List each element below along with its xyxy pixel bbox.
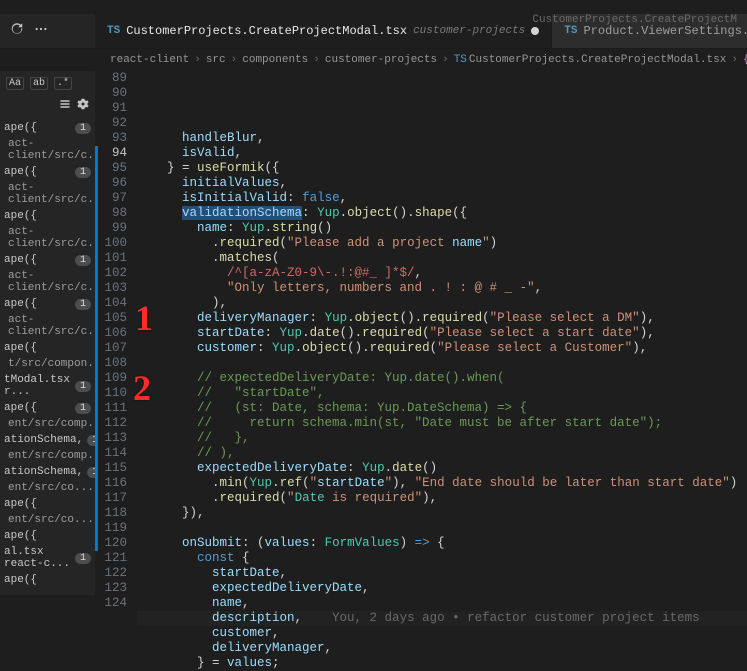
code-content[interactable]: 1 2 handleBlur, isValid, } = useFormik({… (137, 71, 747, 595)
search-result-file[interactable]: ape({ (0, 496, 95, 512)
symbol-icon: {} (743, 54, 747, 66)
breadcrumb-part[interactable]: customer-projects (325, 54, 437, 66)
match-case-toggle[interactable]: Aa (6, 77, 24, 90)
search-result-match[interactable]: act-client/src/c... (0, 224, 95, 252)
search-result-file[interactable]: ape({1 (0, 252, 95, 268)
search-result-file[interactable]: ape({1 (0, 120, 95, 136)
search-result-file[interactable]: al.tsx react-c...1 (0, 544, 95, 572)
search-result-file[interactable]: ape({1 (0, 400, 95, 416)
tab-label: CustomerProjects.CreateProjectModal.tsx (126, 24, 407, 38)
search-result-file[interactable]: ape({ (0, 572, 95, 588)
breadcrumb-part[interactable]: CustomerProjects.CreateProjectModal.tsx (469, 54, 726, 66)
gear-icon[interactable] (77, 98, 89, 114)
search-result-file[interactable]: ationSchema,1 (0, 464, 95, 480)
editor-toolbar (0, 14, 95, 48)
breadcrumb-part[interactable]: src (206, 54, 226, 66)
breadcrumb-part[interactable]: react-client (110, 54, 189, 66)
search-result-match[interactable]: act-client/src/c... (0, 312, 95, 340)
search-result-file[interactable]: ape({1 (0, 164, 95, 180)
breadcrumb-part[interactable]: components (242, 54, 308, 66)
history-back-icon[interactable] (10, 22, 24, 40)
search-result-match[interactable]: t/src/compon... (0, 356, 95, 372)
window-title-hint: CustomerProjects.CreateProjectM (532, 14, 737, 26)
tab-label: Product.ViewerSettings.tsx (583, 24, 747, 38)
line-numbers: 8990919293949596979899100101102103104105… (99, 71, 137, 595)
more-icon[interactable] (34, 22, 48, 40)
search-result-file[interactable]: ationSchema,1 (0, 432, 95, 448)
search-result-file[interactable]: ape({ (0, 208, 95, 224)
search-result-file[interactable]: ape({1 (0, 296, 95, 312)
search-result-match[interactable]: ent/src/comp... (0, 416, 95, 432)
ts-file-icon: TS (107, 25, 120, 37)
whole-word-toggle[interactable]: ab (30, 77, 48, 90)
search-options: Aa ab .* (0, 71, 95, 96)
gutter-modifications (95, 71, 99, 595)
search-result-match[interactable]: act-client/src/c... (0, 136, 95, 164)
search-result-match[interactable]: act-client/src/c... (0, 268, 95, 296)
search-result-file[interactable]: ape({ (0, 528, 95, 544)
search-result-match[interactable]: act-client/src/c... (0, 180, 95, 208)
search-result-file[interactable]: ape({ (0, 340, 95, 356)
tab-create-project-modal[interactable]: TS CustomerProjects.CreateProjectModal.t… (95, 14, 552, 48)
breadcrumb[interactable]: react-client› src› components› customer-… (0, 49, 747, 71)
search-results-sidebar: Aa ab .* ape({1act-client/src/c...ape({1… (0, 71, 95, 595)
tab-folder: customer-projects (413, 25, 525, 37)
search-result-file[interactable]: tModal.tsx r...1 (0, 372, 95, 400)
list-view-icon[interactable] (59, 98, 71, 114)
regex-toggle[interactable]: .* (54, 77, 72, 90)
search-result-match[interactable]: ent/src/comp... (0, 448, 95, 464)
search-result-match[interactable]: ent/src/co... (0, 512, 95, 528)
search-result-match[interactable]: ent/src/co... (0, 480, 95, 496)
ts-file-icon: TS (564, 25, 577, 37)
code-editor[interactable]: 8990919293949596979899100101102103104105… (95, 71, 747, 595)
dirty-indicator-icon (531, 27, 539, 35)
